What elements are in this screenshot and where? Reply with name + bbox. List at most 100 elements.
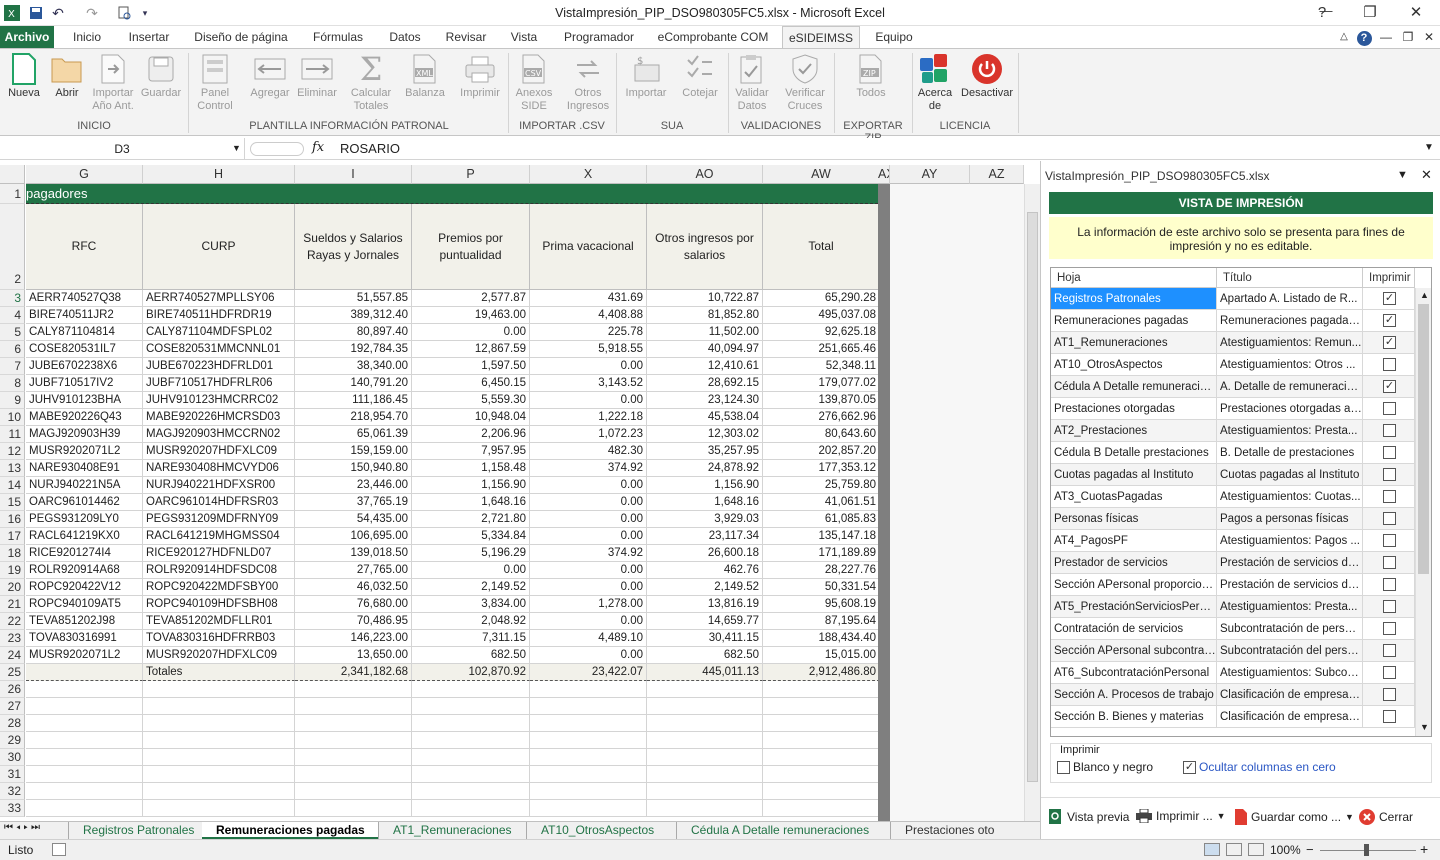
table-cell[interactable]: MAGJ920903HMCCRN02: [143, 426, 295, 443]
table-cell[interactable]: 482.30: [530, 443, 647, 460]
table-cell[interactable]: 139,018.50: [295, 545, 412, 562]
table-cell[interactable]: 76,680.00: [295, 596, 412, 613]
imprimir-checkbox[interactable]: [1383, 490, 1396, 503]
table-cell[interactable]: JUHV910123HMCRRC02: [143, 392, 295, 409]
table-cell[interactable]: TOVA830316991: [26, 630, 143, 647]
empty-cell[interactable]: [530, 783, 647, 800]
desactivar-button[interactable]: Desactivar: [958, 53, 1016, 100]
table-cell[interactable]: 7,311.15: [412, 630, 530, 647]
table-cell[interactable]: 95,608.19: [763, 596, 880, 613]
sheet-list-titulo[interactable]: Clasificación de empresas ...: [1217, 706, 1363, 728]
list-header-imprimir[interactable]: Imprimir: [1363, 268, 1415, 288]
table-cell[interactable]: NURJ940221HDFXSR00: [143, 477, 295, 494]
table-cell[interactable]: MUSR9202071L2: [26, 443, 143, 460]
table-cell[interactable]: ROLR920914A68: [26, 562, 143, 579]
empty-cell[interactable]: [412, 698, 530, 715]
table-cell[interactable]: NARE930408HMCVYD06: [143, 460, 295, 477]
table-cell[interactable]: MUSR920207HDFXLC09: [143, 647, 295, 664]
table-cell[interactable]: 111,186.45: [295, 392, 412, 409]
table-cell[interactable]: 462.76: [647, 562, 763, 579]
empty-cell[interactable]: [763, 783, 880, 800]
table-cell[interactable]: CALY871104814: [26, 324, 143, 341]
table-cell[interactable]: 30,411.15: [647, 630, 763, 647]
zoom-in-icon[interactable]: +: [1420, 841, 1428, 857]
table-cell[interactable]: NARE930408E91: [26, 460, 143, 477]
table-cell[interactable]: RACL641219KX0: [26, 528, 143, 545]
table-cell[interactable]: RICE920127HDFNLD07: [143, 545, 295, 562]
tab-insertar[interactable]: Insertar: [120, 26, 178, 48]
sheet-list-hoja[interactable]: Registros Patronales: [1051, 288, 1217, 310]
sheet-list-titulo[interactable]: A. Detalle de remuneracio...: [1217, 376, 1363, 398]
sheet-list-titulo[interactable]: Atestiguamientos: Otros ...: [1217, 354, 1363, 376]
sheet-list-hoja[interactable]: Personas físicas: [1051, 508, 1217, 530]
table-cell[interactable]: 1,158.48: [412, 460, 530, 477]
column-header-ay[interactable]: AY: [890, 165, 970, 184]
table-cell[interactable]: 225.78: [530, 324, 647, 341]
table-cell[interactable]: TEVA851202J98: [26, 613, 143, 630]
table-cell[interactable]: 2,206.96: [412, 426, 530, 443]
tab-formulas[interactable]: Fórmulas: [304, 26, 372, 48]
minimize-button[interactable]: —: [1306, 0, 1346, 22]
table-cell[interactable]: COSE820531IL7: [26, 341, 143, 358]
table-cell[interactable]: 51,557.85: [295, 290, 412, 307]
table-cell[interactable]: 12,867.59: [412, 341, 530, 358]
zoom-out-icon[interactable]: −: [1306, 842, 1314, 857]
table-cell[interactable]: 106,695.00: [295, 528, 412, 545]
table-cell[interactable]: PEGS931209LY0: [26, 511, 143, 528]
table-cell[interactable]: 389,312.40: [295, 307, 412, 324]
table-cell[interactable]: 0.00: [530, 358, 647, 375]
table-cell[interactable]: 19,463.00: [412, 307, 530, 324]
row-header-32[interactable]: 32: [0, 783, 25, 800]
empty-cell[interactable]: [295, 732, 412, 749]
row-header-1[interactable]: 1: [0, 184, 25, 204]
empty-cell[interactable]: [26, 732, 143, 749]
empty-cell[interactable]: [530, 749, 647, 766]
empty-cell[interactable]: [143, 698, 295, 715]
table-cell[interactable]: PEGS931209MDFRNY09: [143, 511, 295, 528]
name-box[interactable]: D3: [0, 138, 245, 160]
row-header-22[interactable]: 22: [0, 613, 25, 630]
sheet-list-hoja[interactable]: Cédula B Detalle prestaciones: [1051, 442, 1217, 464]
table-cell[interactable]: MUSR920207HDFXLC09: [143, 443, 295, 460]
table-cell[interactable]: ROPC920422V12: [26, 579, 143, 596]
table-cell[interactable]: 65,290.28: [763, 290, 880, 307]
row-header-26[interactable]: 26: [0, 681, 25, 698]
list-header-titulo[interactable]: Título: [1217, 268, 1363, 288]
imprimir-checkbox[interactable]: [1383, 534, 1396, 547]
table-cell[interactable]: 3,929.03: [647, 511, 763, 528]
empty-cell[interactable]: [647, 715, 763, 732]
row-header-18[interactable]: 18: [0, 545, 25, 562]
row-header-33[interactable]: 33: [0, 800, 25, 817]
table-cell[interactable]: 7,957.95: [412, 443, 530, 460]
table-cell[interactable]: 92,625.18: [763, 324, 880, 341]
sheet-list-hoja[interactable]: AT4_PagosPF: [1051, 530, 1217, 552]
table-cell[interactable]: 218,954.70: [295, 409, 412, 426]
table-cell[interactable]: 4,489.10: [530, 630, 647, 647]
table-cell[interactable]: 12,303.02: [647, 426, 763, 443]
totals-cell[interactable]: 23,422.07: [530, 664, 647, 681]
table-cell[interactable]: 41,061.51: [763, 494, 880, 511]
empty-cell[interactable]: [763, 766, 880, 783]
sheet-list-titulo[interactable]: B. Detalle de prestaciones: [1217, 442, 1363, 464]
scroll-down-icon[interactable]: ▼: [1420, 722, 1429, 732]
imprimir-ribbon-button[interactable]: Imprimir: [456, 53, 504, 100]
table-cell[interactable]: 0.00: [530, 511, 647, 528]
table-cell[interactable]: 46,032.50: [295, 579, 412, 596]
row-header-28[interactable]: 28: [0, 715, 25, 732]
importar-sua-button[interactable]: $ Importar: [620, 53, 672, 100]
calcular-totales-button[interactable]: Σ Calcular Totales: [346, 53, 396, 113]
header-cell[interactable]: Sueldos y Salarios Rayas y Jornales: [295, 204, 412, 290]
table-cell[interactable]: TOVA830316HDFRRB03: [143, 630, 295, 647]
column-header-i[interactable]: I: [295, 165, 412, 184]
empty-cell[interactable]: [143, 800, 295, 817]
empty-cell[interactable]: [647, 783, 763, 800]
sheet-list-hoja[interactable]: Contratación de servicios: [1051, 618, 1217, 640]
table-cell[interactable]: 5,334.84: [412, 528, 530, 545]
table-cell[interactable]: 40,094.97: [647, 341, 763, 358]
table-cell[interactable]: AERR740527Q38: [26, 290, 143, 307]
sheet-list-hoja[interactable]: AT1_Remuneraciones: [1051, 332, 1217, 354]
sheet-nav-arrows-icon[interactable]: ⏮◂▸⏭: [4, 822, 43, 833]
empty-cell[interactable]: [647, 766, 763, 783]
table-cell[interactable]: 37,765.19: [295, 494, 412, 511]
table-cell[interactable]: 26,600.18: [647, 545, 763, 562]
